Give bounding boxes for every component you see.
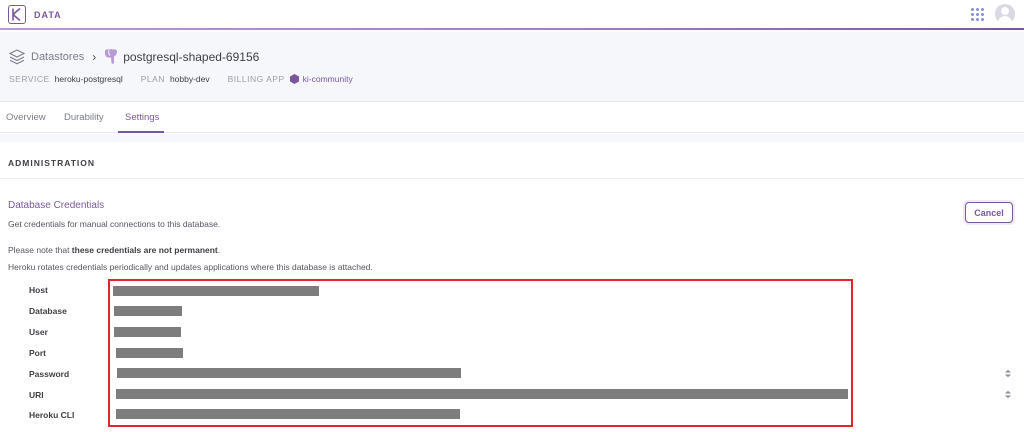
note-prefix: Please note that [8,245,72,255]
datastores-stack-icon [9,49,25,65]
field-label-password: Password [29,369,70,379]
nav-accent-line [0,28,1024,30]
tab-overview[interactable]: Overview [6,112,46,123]
field-label-uri: URI [29,390,44,400]
tabs-spacer [0,134,1024,142]
section-title-administration: ADMINISTRATION [8,158,96,168]
billing-app-link[interactable]: ki-community [303,74,353,84]
uri-scroll-arrows-icon[interactable] [1004,390,1012,399]
service-label: SERVICE [9,74,50,84]
chevron-right-icon: › [92,50,97,64]
field-label-heroku-cli: Heroku CLI [29,410,75,420]
field-label-database: Database [29,306,67,316]
credentials-subtitle: Get credentials for manual connections t… [8,219,221,229]
database-value-redacted[interactable] [114,306,182,316]
cancel-button[interactable]: Cancel [965,202,1013,223]
user-avatar-icon[interactable] [995,4,1015,24]
service-value: heroku-postgresql [54,74,123,84]
heroku-logo-icon[interactable] [8,5,26,24]
database-name: postgresql-shaped-69156 [123,50,260,64]
password-value-redacted[interactable] [117,368,461,378]
note-suffix: . [217,245,221,255]
password-scroll-arrows-icon[interactable] [1004,369,1012,378]
brand-label: DATA [34,10,62,20]
resource-tabs: Overview Durability Settings [0,103,1024,133]
uri-value-redacted[interactable] [116,389,848,399]
field-label-user: User [29,327,48,337]
tab-durability[interactable]: Durability [64,112,104,123]
port-value-redacted[interactable] [116,348,183,358]
resource-header: Datastores › postgresql-shaped-69156 SER… [0,32,1024,102]
host-value-redacted[interactable] [113,286,319,296]
breadcrumb-datastores-link[interactable]: Datastores [31,51,84,63]
app-hexagon-icon [289,74,299,84]
tab-settings[interactable]: Settings [125,112,159,123]
top-nav: DATA [0,0,1024,30]
highlight-box [108,279,853,427]
section-divider [0,178,1024,179]
heroku-cli-value-redacted[interactable] [116,409,460,419]
credentials-note: Please note that these credentials are n… [8,245,220,255]
postgresql-elephant-icon [105,49,118,64]
plan-label: PLAN [140,74,165,84]
billing-app-label: BILLING APP [227,74,285,84]
note-bold: these credentials are not permanent [71,245,218,255]
active-tab-indicator [118,131,164,133]
apps-grid-icon[interactable] [971,8,985,22]
user-value-redacted[interactable] [114,327,181,337]
plan-value: hobby-dev [169,74,210,84]
breadcrumb: Datastores › postgresql-shaped-69156 [9,49,259,65]
field-label-host: Host [29,285,48,295]
credentials-title: Database Credentials [8,200,105,211]
resource-meta: SERVICE heroku-postgresql PLAN hobby-dev… [9,74,371,84]
field-label-port: Port [29,348,46,358]
credentials-rotation-note: Heroku rotates credentials periodically … [8,262,373,272]
